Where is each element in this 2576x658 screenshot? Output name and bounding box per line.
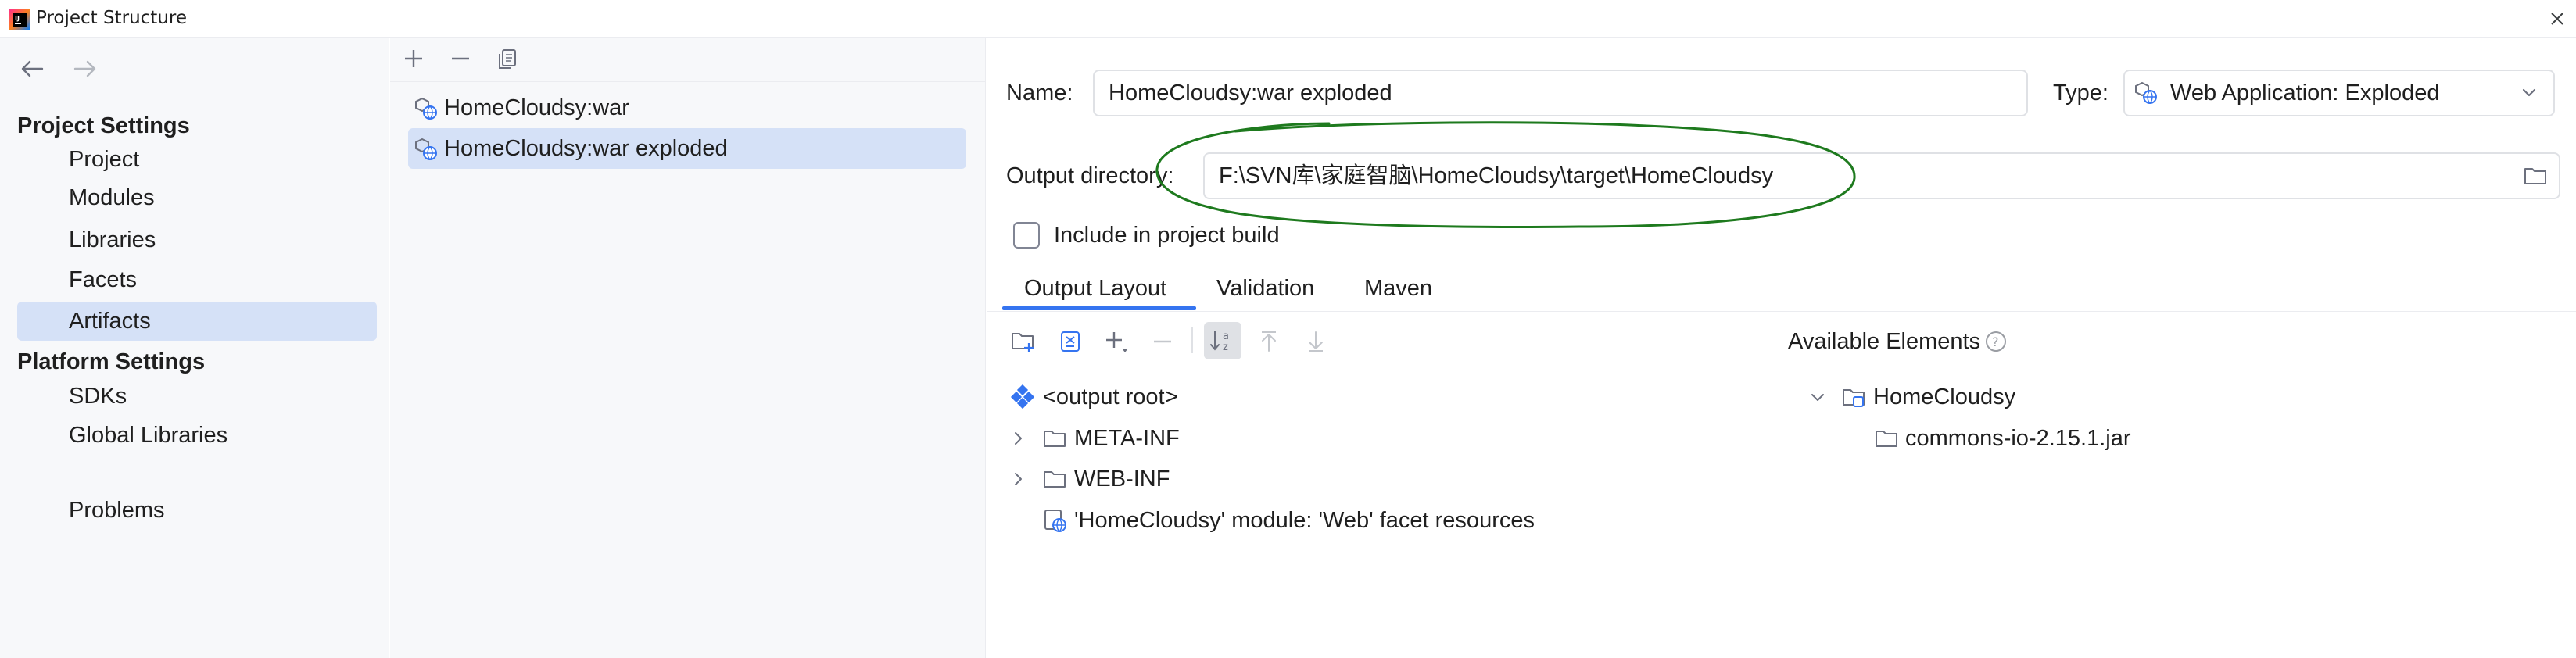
remove-artifact-button[interactable] (447, 45, 474, 72)
forward-button[interactable] (72, 57, 99, 80)
sidebar-item-modules[interactable]: Modules (17, 178, 377, 217)
archive-icon (1061, 331, 1080, 352)
plus-icon (405, 50, 422, 67)
arrow-up-icon (1262, 331, 1276, 352)
toolbar-separator (1191, 327, 1193, 353)
svg-text:z: z (1223, 342, 1228, 353)
tab-validation[interactable]: Validation (1216, 274, 1314, 302)
tabs-divider (987, 311, 2576, 312)
project-settings-heading: Project Settings (17, 113, 190, 138)
output-directory-field[interactable]: F:\SVN库\家庭智脑\HomeCloudsy\target\HomeClou… (1203, 152, 2560, 199)
artifact-item-war[interactable]: HomeCloudsy:war (408, 88, 966, 128)
folder-icon (1042, 467, 1067, 492)
tab-output-layout[interactable]: Output Layout (1024, 274, 1166, 302)
sidebar-item-problems[interactable]: Problems (17, 491, 377, 530)
web-facet-resources-icon (1043, 508, 1068, 533)
svg-text:IJ: IJ (15, 15, 20, 22)
title-bar (0, 0, 2576, 38)
copy-icon (499, 49, 516, 69)
move-up-button[interactable] (1256, 328, 1282, 355)
web-artifact-icon (414, 97, 438, 120)
add-artifact-button[interactable] (400, 45, 427, 72)
module-folder-icon (1841, 384, 1866, 409)
create-archive-button[interactable] (1057, 328, 1084, 355)
arrow-right-icon (73, 60, 96, 77)
chevron-down-icon[interactable] (1808, 388, 1827, 406)
artifact-label: HomeCloudsy:war exploded (444, 136, 728, 161)
minus-icon (452, 57, 469, 60)
sidebar-item-global-libraries[interactable]: Global Libraries (17, 416, 377, 455)
tree-node-web-inf[interactable]: WEB-INF (1074, 465, 1170, 493)
arrow-left-icon (21, 60, 44, 77)
close-icon (2551, 13, 2563, 25)
include-in-build-checkbox[interactable] (1013, 222, 1040, 249)
sidebar-item-sdks[interactable]: SDKs (17, 377, 377, 416)
sort-elements-button[interactable]: a z (1204, 322, 1241, 359)
sidebar-item-artifacts[interactable]: Artifacts (17, 302, 377, 341)
folder-icon (1874, 426, 1899, 451)
type-dropdown[interactable]: Web Application: Exploded (2123, 70, 2555, 116)
tab-maven[interactable]: Maven (1364, 274, 1432, 302)
browse-folder-button[interactable] (2522, 163, 2549, 189)
svg-text:?: ? (1992, 334, 1999, 349)
sort-alphabetically-icon: a z (1210, 331, 1229, 353)
add-copy-button[interactable] (1102, 328, 1129, 355)
chevron-right-icon[interactable] (1009, 429, 1027, 448)
move-down-button[interactable] (1302, 328, 1329, 355)
svg-text:a: a (1223, 331, 1229, 342)
output-directory-label: Output directory: (1006, 163, 1174, 188)
window-title: Project Structure (36, 8, 187, 28)
minus-icon (1154, 340, 1171, 343)
web-artifact-icon (414, 138, 438, 161)
folder-icon (2524, 168, 2546, 184)
chevron-down-icon (2519, 83, 2539, 103)
name-label: Name: (1006, 80, 1073, 105)
active-tab-indicator (1002, 306, 1196, 310)
available-elements-heading: Available Elements (1788, 329, 1981, 354)
available-jar-node[interactable]: commons-io-2.15.1.jar (1905, 424, 2131, 452)
platform-settings-heading: Platform Settings (17, 349, 206, 374)
output-root-icon (1010, 384, 1035, 409)
create-directory-button[interactable] (1010, 328, 1037, 355)
chevron-right-icon[interactable] (1009, 470, 1027, 488)
toolbar-divider (390, 81, 986, 82)
intellij-app-icon: IJ (9, 9, 30, 30)
artifact-item-war-exploded[interactable]: HomeCloudsy:war exploded (408, 128, 966, 169)
plus-dropdown-icon (1106, 332, 1127, 352)
arrow-down-icon (1309, 331, 1323, 352)
type-label: Type: (2053, 80, 2108, 105)
folder-icon (1042, 426, 1067, 451)
name-field[interactable]: HomeCloudsy:war exploded (1093, 70, 2028, 116)
sidebar-item-facets[interactable]: Facets (17, 260, 377, 299)
sidebar-item-project[interactable]: Project (17, 140, 377, 179)
available-module-node[interactable]: HomeCloudsy (1873, 383, 2015, 411)
artifact-label: HomeCloudsy:war (444, 95, 629, 120)
output-root-node[interactable]: <output root> (1043, 383, 1178, 411)
new-folder-icon (1012, 333, 1034, 352)
remove-element-button[interactable] (1149, 328, 1176, 355)
close-window-button[interactable] (2545, 6, 2570, 31)
web-artifact-icon (2134, 81, 2158, 105)
type-value: Web Application: Exploded (2170, 80, 2440, 105)
sidebar-item-libraries[interactable]: Libraries (17, 220, 377, 259)
copy-artifact-button[interactable] (494, 45, 521, 72)
back-button[interactable] (19, 57, 45, 80)
tree-node-meta-inf[interactable]: META-INF (1074, 424, 1180, 452)
include-in-build-label: Include in project build (1054, 223, 1280, 248)
help-icon[interactable]: ? (1985, 331, 2007, 352)
tree-node-web-facet-resources[interactable]: 'HomeCloudsy' module: 'Web' facet resour… (1074, 506, 1535, 535)
